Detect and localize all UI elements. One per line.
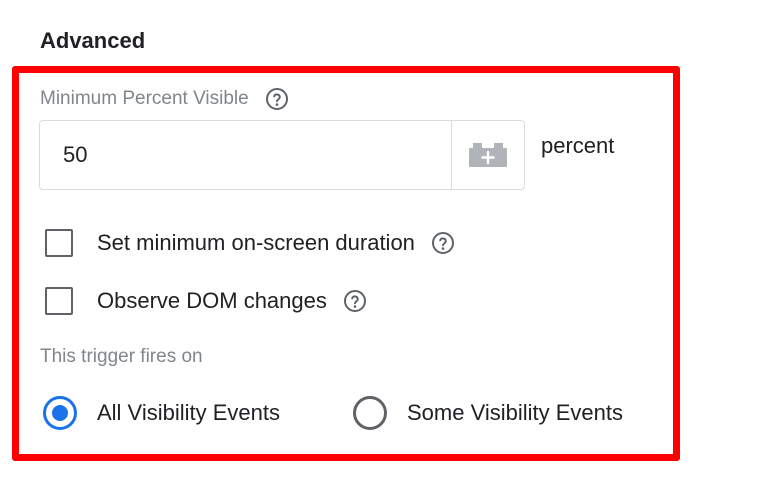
section-title: Advanced <box>40 28 146 53</box>
some-visibility-events-label: Some Visibility Events <box>407 400 624 425</box>
min-percent-input[interactable] <box>40 121 451 189</box>
all-visibility-events-option[interactable]: All Visibility Events <box>43 396 280 430</box>
min-duration-label: Set minimum on-screen duration <box>97 230 415 255</box>
observe-dom-checkbox[interactable] <box>45 287 73 315</box>
variable-brick-icon <box>469 143 507 167</box>
all-visibility-events-label: All Visibility Events <box>97 400 280 425</box>
min-percent-field <box>39 120 525 190</box>
all-visibility-events-radio[interactable] <box>43 396 77 430</box>
some-visibility-events-option[interactable]: Some Visibility Events <box>353 396 623 430</box>
observe-dom-label: Observe DOM changes <box>97 288 327 313</box>
observe-dom-option[interactable]: Observe DOM changes <box>45 287 367 315</box>
help-circle-icon[interactable] <box>265 87 289 111</box>
variable-picker-button[interactable] <box>451 121 524 189</box>
min-percent-label-row: Minimum Percent Visible <box>40 87 289 111</box>
percent-unit-label: percent <box>541 133 615 158</box>
help-circle-icon[interactable] <box>431 231 455 255</box>
min-duration-option[interactable]: Set minimum on-screen duration <box>45 229 455 257</box>
help-circle-icon[interactable] <box>343 289 367 313</box>
fires-on-label: This trigger fires on <box>40 346 203 367</box>
min-percent-label: Minimum Percent Visible <box>40 88 249 109</box>
advanced-settings-panel: Advanced Minimum Percent Visible percent… <box>0 0 782 486</box>
some-visibility-events-radio[interactable] <box>353 396 387 430</box>
min-duration-checkbox[interactable] <box>45 229 73 257</box>
